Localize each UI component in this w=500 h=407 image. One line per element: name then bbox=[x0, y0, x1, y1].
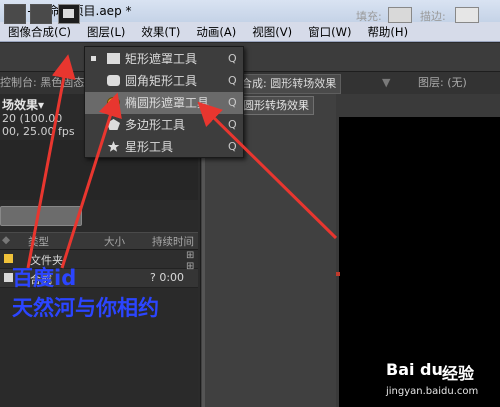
anchor-marker bbox=[336, 272, 340, 276]
dropdown-arrow-icon[interactable]: ▼ bbox=[382, 74, 390, 92]
column-size[interactable]: 大小 bbox=[104, 234, 125, 249]
column-type[interactable]: 类型 bbox=[28, 234, 49, 249]
label-icon: ◆ bbox=[2, 234, 11, 246]
annotation-text-line2: 天然河与你相约 bbox=[12, 296, 159, 320]
mask-tool-button[interactable] bbox=[58, 4, 80, 24]
fill-label: 填充: bbox=[356, 10, 382, 23]
annotation-text-line1: 百度id bbox=[12, 266, 77, 290]
menu-item-ellipse-mask[interactable]: 椭圆形遮罩工具 Q bbox=[85, 92, 243, 114]
menu-item-rounded-rectangle[interactable]: 圆角矩形工具 Q bbox=[85, 70, 243, 92]
fill-swatch[interactable] bbox=[388, 7, 412, 23]
polygon-icon bbox=[107, 119, 120, 130]
search-input[interactable] bbox=[0, 206, 82, 226]
baidu-logo: Bai du bbox=[386, 360, 443, 379]
checked-icon bbox=[91, 56, 96, 61]
project-column-header: ◆ 类型 大小 持续时间 bbox=[0, 232, 198, 250]
sub-tab-composition[interactable]: 圆形转场效果 bbox=[238, 96, 314, 115]
menu-effect[interactable]: 效果(T) bbox=[133, 22, 188, 41]
tab-layer[interactable]: 图层: (无) bbox=[418, 74, 467, 92]
star-icon bbox=[107, 141, 120, 152]
project-duration: 20 (100.00 bbox=[2, 112, 63, 125]
menu-layer[interactable]: 图层(L) bbox=[79, 22, 133, 41]
watermark-url: jingyan.baidu.com bbox=[386, 386, 479, 397]
rotate-tool-button[interactable] bbox=[30, 4, 52, 24]
tools-toolbar bbox=[0, 43, 500, 72]
list-item-duration: ? 0:00 bbox=[150, 271, 185, 284]
baidu-watermark: Bai du 经验 jingyan.baidu.com bbox=[386, 358, 496, 404]
menu-item-rectangle-mask[interactable]: 矩形遮罩工具 Q bbox=[85, 48, 243, 70]
project-fps: 00, 25.00 fps bbox=[2, 125, 75, 138]
rectangle-icon bbox=[63, 9, 74, 18]
tab-control[interactable]: 控制台: 黑色固态 bbox=[0, 74, 84, 92]
tab-composition[interactable]: 合成: 圆形转场效果 bbox=[236, 74, 342, 94]
menu-view[interactable]: 视图(V) bbox=[244, 22, 300, 41]
jingyan-label: 经验 bbox=[442, 364, 475, 383]
ellipse-icon bbox=[107, 97, 120, 108]
menu-window[interactable]: 窗口(W) bbox=[300, 22, 359, 41]
rounded-rectangle-icon bbox=[107, 75, 120, 86]
column-duration[interactable]: 持续时间 bbox=[152, 234, 194, 249]
stroke-swatch[interactable] bbox=[455, 7, 479, 23]
menu-item-polygon[interactable]: 多边形工具 Q bbox=[85, 114, 243, 136]
menu-animation[interactable]: 动画(A) bbox=[188, 22, 244, 41]
pan-tool-button[interactable] bbox=[4, 4, 26, 24]
menu-bar: 图像合成(C) 图层(L) 效果(T) 动画(A) 视图(V) 窗口(W) 帮助… bbox=[0, 22, 500, 42]
project-item-name: 场效果▾ bbox=[2, 98, 45, 112]
menu-composition[interactable]: 图像合成(C) bbox=[0, 22, 79, 41]
menu-help[interactable]: 帮助(H) bbox=[359, 22, 416, 41]
mask-tool-dropdown: 矩形遮罩工具 Q 圆角矩形工具 Q 椭圆形遮罩工具 Q 多边形工具 Q 星形工具… bbox=[84, 46, 244, 158]
menu-item-star[interactable]: 星形工具 Q bbox=[85, 136, 243, 158]
rectangle-icon bbox=[107, 53, 120, 64]
stroke-label: 描边: bbox=[420, 10, 446, 23]
flowchart-icon[interactable]: ⊞ ⊞ bbox=[186, 250, 198, 290]
